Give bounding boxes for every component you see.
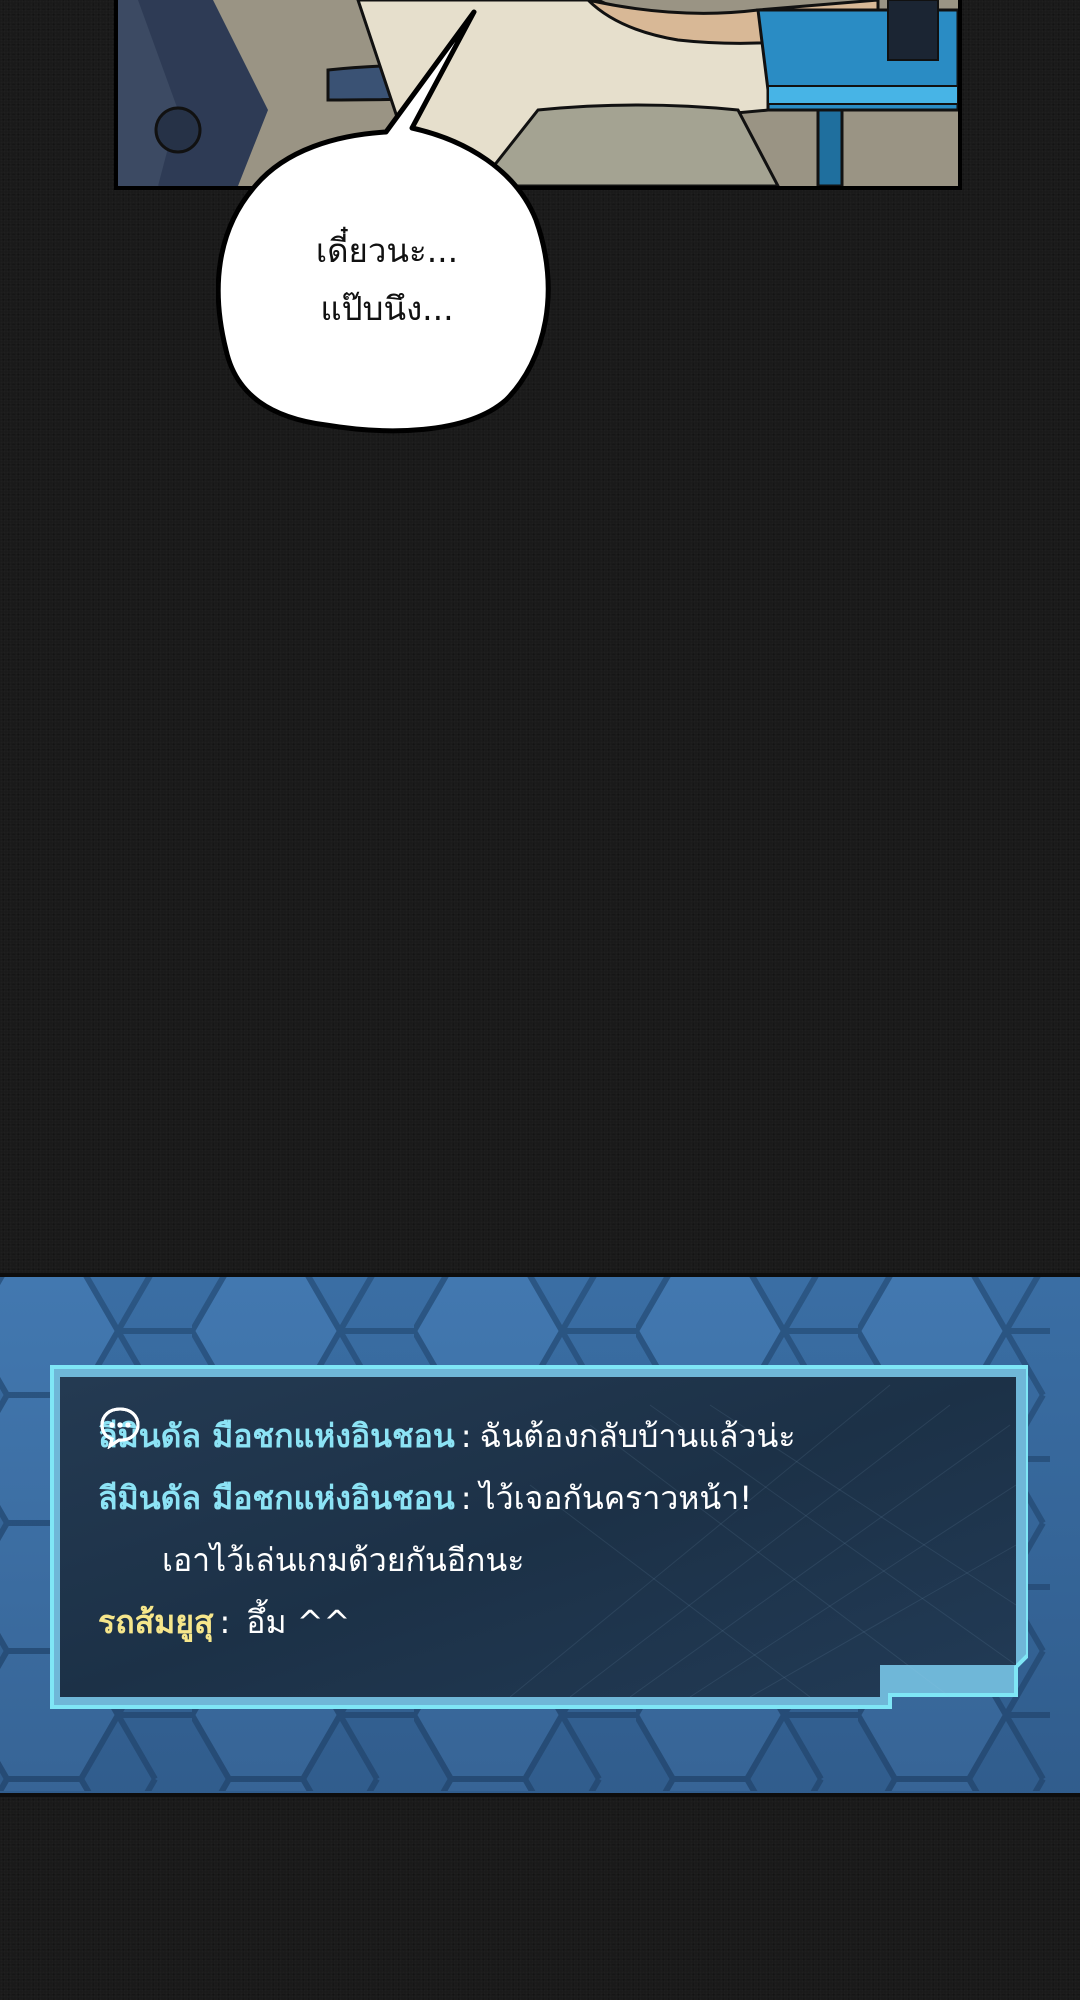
chat-sender: ลีมินดัล มือชกแห่งอินชอน (98, 1416, 455, 1455)
speech-bubble-dots-icon (100, 1407, 140, 1449)
chat-separator: : (460, 1417, 472, 1455)
chat-sender: รถส้มยูสุ (98, 1602, 214, 1641)
chat-text: อึ้ม ^^ (246, 1602, 351, 1641)
chat-message-continuation: เอาไว้เล่นเกมด้วยกันอีกนะ (98, 1529, 998, 1591)
chat-message-list: ลีมินดัล มือชกแห่งอินชอน : ฉันต้องกลับบ้… (98, 1405, 998, 1653)
chat-message: ลีมินดัล มือชกแห่งอินชอน : ฉันต้องกลับบ้… (98, 1405, 998, 1467)
chat-text: เอาไว้เล่นเกมด้วยกันอีกนะ (162, 1540, 525, 1579)
game-chat-banner: ลีมินดัล มือชกแห่งอินชอน : ฉันต้องกลับบ้… (0, 1273, 1080, 1797)
chat-message: ลีมินดัล มือชกแห่งอินชอน : ไว้เจอกันคราว… (98, 1407, 998, 1529)
chat-separator: : (460, 1479, 472, 1517)
chat-text: ไว้เจอกันคราวหน้า! (479, 1478, 753, 1517)
speech-line-2: แป๊บนึง... (320, 289, 454, 328)
chat-message: รถส้มยูสุ : อึ้ม ^^ (98, 1407, 998, 1653)
chat-text: ฉันต้องกลับบ้านแล้วน่ะ (479, 1416, 796, 1455)
speech-line-1: เดี๋ยวนะ... (315, 231, 459, 270)
speech-bubble-text: เดี๋ยวนะ... แป๊บนึง... (256, 222, 518, 338)
chat-separator: : (219, 1603, 231, 1641)
speech-bubble-shape (216, 9, 551, 434)
speech-bubble: เดี๋ยวนะ... แป๊บนึง... (216, 0, 556, 440)
chat-window: ลีมินดัล มือชกแห่งอินชอน : ฉันต้องกลับบ้… (50, 1365, 1028, 1711)
chat-sender: ลีมินดัล มือชกแห่งอินชอน (98, 1478, 455, 1517)
